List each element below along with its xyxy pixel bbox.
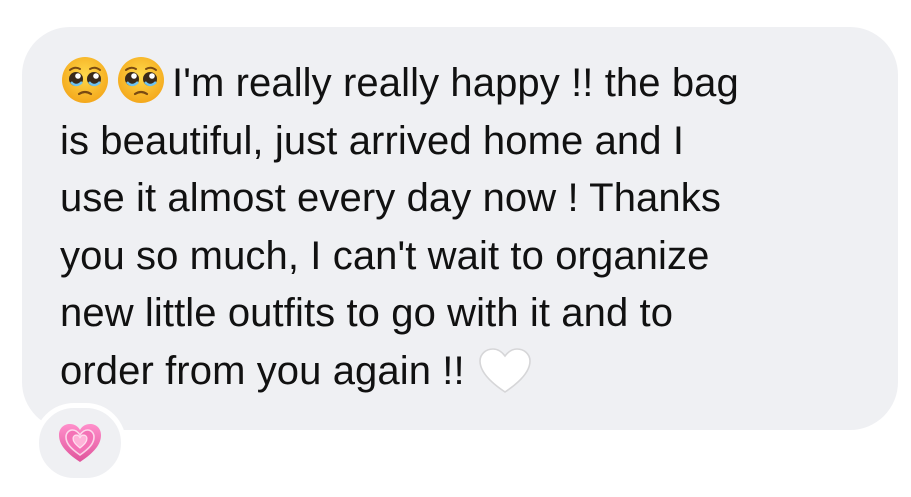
pleading-face-icon: [60, 55, 110, 105]
message-line-3: use it almost every day now ! Thanks: [60, 176, 721, 220]
message-line-5: new little outfits to go with it and to: [60, 291, 674, 335]
message-line-4: you so much, I can't wait to organize: [60, 233, 710, 278]
message-line-2: is beautiful, just arrived home and I: [60, 118, 685, 163]
white-heart-icon: [477, 346, 533, 396]
message-line-1: I'm really really happy !! the bag: [60, 55, 862, 113]
message-line-text: I'm really really happy !! the bag: [172, 61, 739, 105]
reaction-badge[interactable]: [34, 403, 126, 483]
message-text: I'm really really happy !! the bag is be…: [60, 55, 862, 400]
pleading-face-icon: [116, 55, 166, 105]
message-bubble[interactable]: I'm really really happy !! the bag is be…: [22, 27, 898, 430]
growing-heart-icon: [57, 422, 103, 464]
message-line-text: order from you again !!: [60, 348, 465, 393]
message-line-6: order from you again !!: [60, 343, 862, 401]
